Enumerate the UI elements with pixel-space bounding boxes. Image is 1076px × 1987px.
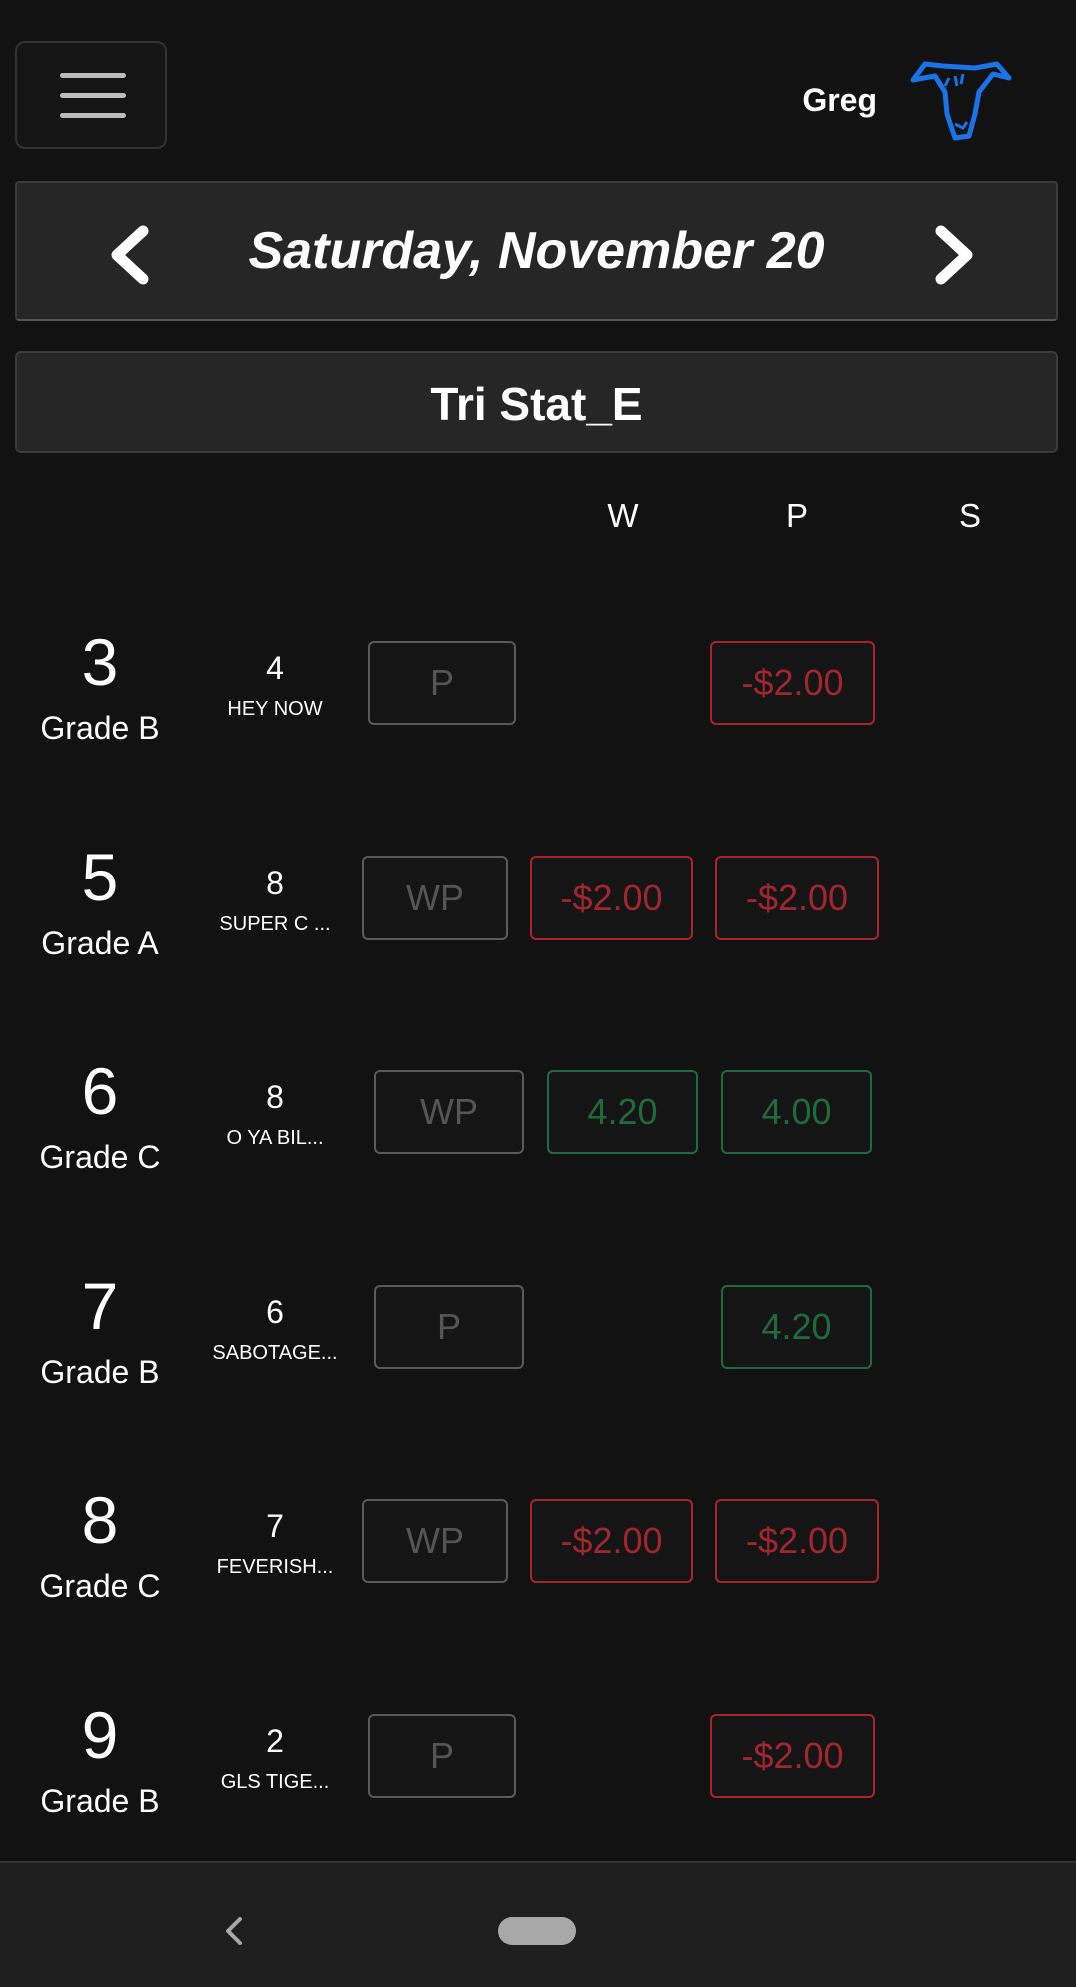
user-name: Greg — [802, 82, 877, 118]
date-navigator: Saturday, November 20 — [15, 181, 1058, 321]
race-row: 5 Grade A 8 SUPER C ... WP -$2.00 -$2.00 — [0, 839, 1076, 989]
place-result[interactable]: -$2.00 — [715, 1499, 879, 1583]
place-result[interactable]: -$2.00 — [710, 641, 875, 725]
hamburger-icon-bar — [60, 113, 126, 118]
race-grade: Grade B — [40, 1783, 160, 1819]
dog-name: SABOTAGE... — [212, 1342, 338, 1364]
place-result[interactable]: -$2.00 — [715, 856, 879, 940]
dog-name: HEY NOW — [227, 698, 323, 720]
date-title: Saturday, November 20 — [248, 222, 825, 280]
hamburger-icon-bar — [60, 93, 126, 98]
race-number: 5 — [81, 840, 119, 914]
win-result[interactable]: -$2.00 — [530, 856, 693, 940]
race-row: 7 Grade B 6 SABOTAGE... P 4.20 — [0, 1268, 1076, 1418]
hamburger-icon — [60, 73, 126, 78]
dog-number: 6 — [266, 1294, 284, 1330]
chevron-right-icon[interactable] — [929, 225, 979, 285]
dog-name: FEVERISH... — [216, 1556, 334, 1578]
dog-name: GLS TIGE... — [220, 1771, 330, 1793]
race-row: 3 Grade B 4 HEY NOW P -$2.00 — [0, 624, 1076, 774]
track-selector[interactable]: Tri Stat_E — [15, 351, 1058, 453]
column-header-w: W — [607, 497, 639, 534]
dog-number: 4 — [266, 650, 284, 686]
dog-number: 7 — [266, 1508, 284, 1544]
place-result[interactable]: 4.00 — [721, 1070, 872, 1154]
race-row: 9 Grade B 2 GLS TIGE... P -$2.00 — [0, 1697, 1076, 1847]
race-grade: Grade A — [41, 925, 159, 961]
dog-name: O YA BIL... — [226, 1127, 324, 1149]
back-icon[interactable] — [222, 1915, 246, 1947]
win-result[interactable]: 4.20 — [547, 1070, 698, 1154]
bet-type-button[interactable]: P — [374, 1285, 524, 1369]
race-grade: Grade C — [39, 1139, 161, 1175]
race-grade: Grade B — [40, 710, 160, 746]
dog-number: 2 — [266, 1723, 284, 1759]
race-row: 6 Grade C 8 O YA BIL... WP 4.20 4.00 — [0, 1053, 1076, 1203]
race-grade: Grade C — [39, 1568, 161, 1604]
column-header-p: P — [785, 497, 808, 534]
home-pill[interactable] — [498, 1917, 576, 1945]
bet-type-button[interactable]: P — [368, 1714, 516, 1798]
win-result[interactable]: -$2.00 — [530, 1499, 693, 1583]
race-number: 6 — [81, 1054, 119, 1128]
greyhound-avatar-icon[interactable] — [905, 54, 1015, 144]
race-row: 8 Grade C 7 FEVERISH... WP -$2.00 -$2.00 — [0, 1482, 1076, 1632]
race-grade: Grade B — [40, 1354, 160, 1390]
race-number: 9 — [81, 1698, 119, 1772]
bet-type-button[interactable]: WP — [374, 1070, 524, 1154]
race-number: 3 — [81, 625, 119, 699]
track-name: Tri Stat_E — [430, 378, 643, 430]
bet-type-button[interactable]: WP — [362, 1499, 508, 1583]
column-header-s: S — [958, 497, 981, 534]
dog-number: 8 — [266, 865, 284, 901]
place-result[interactable]: 4.20 — [721, 1285, 872, 1369]
bet-type-button[interactable]: WP — [362, 856, 508, 940]
system-nav-bar — [0, 1861, 1076, 1987]
bet-type-button[interactable]: P — [368, 641, 516, 725]
race-number: 8 — [81, 1483, 119, 1557]
place-result[interactable]: -$2.00 — [710, 1714, 875, 1798]
dog-name: SUPER C ... — [219, 913, 331, 935]
race-number: 7 — [81, 1269, 119, 1343]
menu-button[interactable] — [15, 41, 167, 149]
dog-number: 8 — [266, 1079, 284, 1115]
